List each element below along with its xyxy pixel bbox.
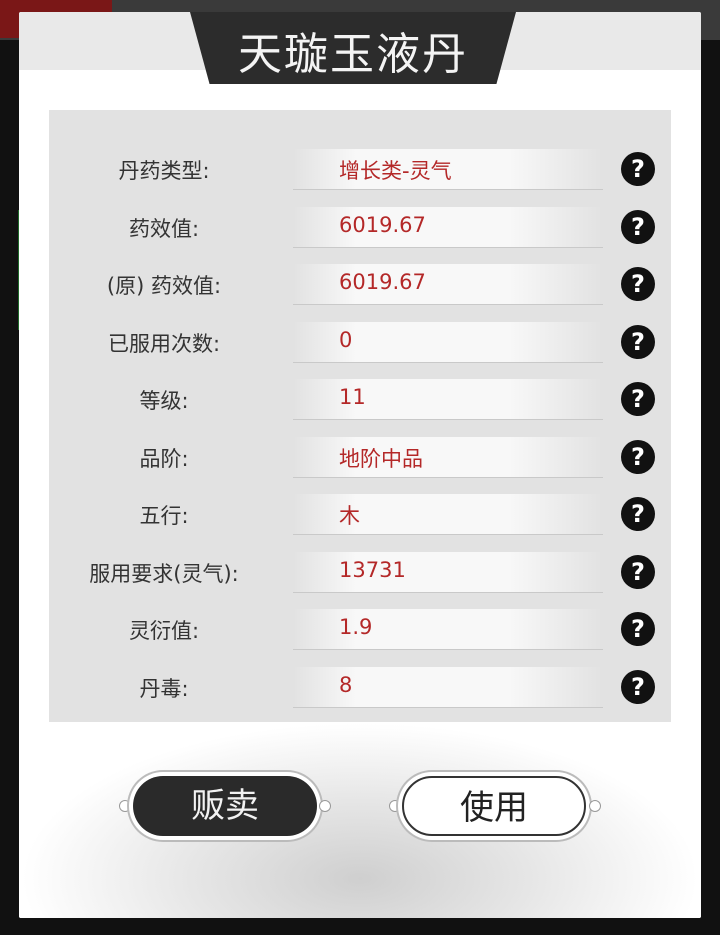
use-button[interactable]: 使用 — [402, 776, 586, 836]
attr-value: 增长类-灵气 — [339, 159, 452, 183]
attr-value: 13731 — [339, 558, 406, 582]
attr-row-times-taken: 已服用次数: 0 ? — [49, 314, 671, 370]
button-ornament-left — [119, 800, 131, 812]
question-mark-icon[interactable]: ? — [621, 670, 655, 704]
attr-label: 等级: — [139, 389, 189, 413]
attr-value: 11 — [339, 385, 366, 409]
attr-label: 药效值: — [128, 217, 200, 241]
attr-value: 0 — [339, 328, 353, 352]
item-detail-dialog: 天璇玉液丹 丹药类型: 增长类-灵气 ? 药效值: 6019.67 ? (原) … — [19, 12, 701, 918]
button-ornament-right — [319, 800, 331, 812]
attr-label: 已服用次数: — [107, 332, 221, 356]
button-ornament-right — [589, 800, 601, 812]
attr-value: 木 — [339, 504, 360, 528]
attr-row-toxicity: 丹毒: 8 ? — [49, 659, 671, 715]
question-mark-icon[interactable]: ? — [621, 325, 655, 359]
attr-row-potency: 药效值: 6019.67 ? — [49, 199, 671, 255]
question-mark-icon[interactable]: ? — [621, 152, 655, 186]
question-mark-icon[interactable]: ? — [621, 382, 655, 416]
attr-value: 8 — [339, 673, 353, 697]
question-mark-icon[interactable]: ? — [621, 497, 655, 531]
button-ornament-left — [389, 800, 401, 812]
sell-button[interactable]: 贩卖 — [133, 776, 317, 836]
attr-row-base-potency: (原) 药效值: 6019.67 ? — [49, 256, 671, 312]
attr-label: 品阶: — [139, 447, 189, 471]
item-title: 天璇玉液丹 — [238, 29, 468, 80]
attr-value: 地阶中品 — [339, 447, 423, 471]
attribute-panel: 丹药类型: 增长类-灵气 ? 药效值: 6019.67 ? (原) 药效值: 6… — [49, 110, 671, 722]
attr-row-grade: 品阶: 地阶中品 ? — [49, 429, 671, 485]
attr-row-spirit-value: 灵衍值: 1.9 ? — [49, 601, 671, 657]
attr-label: 灵衍值: — [128, 619, 200, 643]
question-mark-icon[interactable]: ? — [621, 267, 655, 301]
attr-row-element: 五行: 木 ? — [49, 486, 671, 542]
attr-row-level: 等级: 11 ? — [49, 371, 671, 427]
attr-value: 6019.67 — [339, 270, 426, 294]
attr-label: 五行: — [139, 504, 189, 528]
attr-value: 6019.67 — [339, 213, 426, 237]
attr-label: 服用要求(灵气): — [89, 562, 239, 586]
attr-value: 1.9 — [339, 615, 373, 639]
question-mark-icon[interactable]: ? — [621, 210, 655, 244]
attr-label: (原) 药效值: — [106, 274, 222, 298]
attr-row-requirement: 服用要求(灵气): 13731 ? — [49, 544, 671, 600]
attr-label: 丹药类型: — [118, 159, 210, 183]
attr-row-type: 丹药类型: 增长类-灵气 ? — [49, 141, 671, 197]
attr-label: 丹毒: — [139, 677, 189, 701]
question-mark-icon[interactable]: ? — [621, 555, 655, 589]
question-mark-icon[interactable]: ? — [621, 612, 655, 646]
question-mark-icon[interactable]: ? — [621, 440, 655, 474]
mountain-mist-decoration — [19, 722, 701, 918]
